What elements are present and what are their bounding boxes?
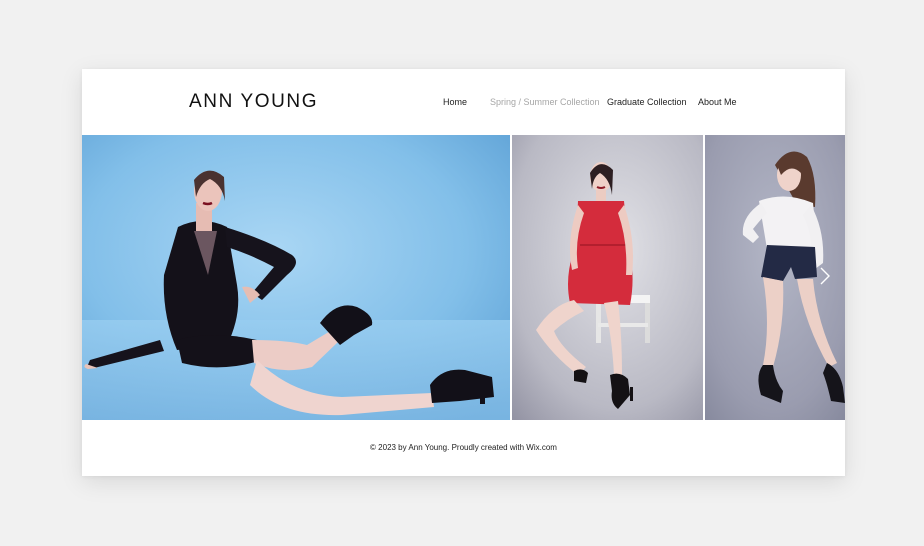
chevron-right-icon [820,267,830,285]
footer-copyright: © 2023 by Ann Young. Proudly created wit… [370,443,557,452]
site-frame: ANN YOUNG Home Spring / Summer Collectio… [82,69,845,476]
header: ANN YOUNG Home Spring / Summer Collectio… [82,69,845,135]
nav-home[interactable]: Home [443,97,467,107]
gallery-image-black-bodysuit[interactable] [82,135,510,420]
next-slide-button[interactable] [818,266,832,286]
nav-graduate-collection[interactable]: Graduate Collection [607,97,687,107]
image-gallery-slider[interactable] [82,135,845,420]
gallery-image-red-dress[interactable] [512,135,703,420]
footer: © 2023 by Ann Young. Proudly created wit… [82,420,845,476]
nav-spring-summer-collection[interactable]: Spring / Summer Collection [490,97,600,107]
nav-about-me[interactable]: About Me [698,97,737,107]
main-nav: Home Spring / Summer Collection Graduate… [82,97,845,111]
